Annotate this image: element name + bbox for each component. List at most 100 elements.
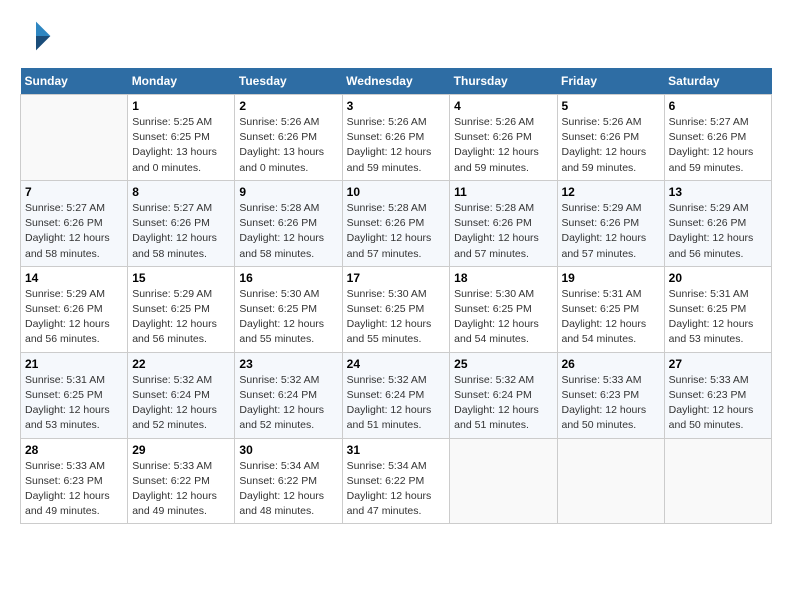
day-number: 9 (239, 185, 337, 199)
day-info: Sunrise: 5:27 AMSunset: 6:26 PMDaylight:… (669, 115, 767, 176)
calendar-week-row: 1Sunrise: 5:25 AMSunset: 6:25 PMDaylight… (21, 95, 772, 181)
logo-icon (20, 20, 52, 52)
day-info: Sunrise: 5:31 AMSunset: 6:25 PMDaylight:… (25, 373, 123, 434)
day-number: 21 (25, 357, 123, 371)
day-number: 3 (347, 99, 446, 113)
calendar-header-cell: Tuesday (235, 68, 342, 95)
day-number: 10 (347, 185, 446, 199)
day-info: Sunrise: 5:29 AMSunset: 6:26 PMDaylight:… (25, 287, 123, 348)
calendar-day-cell (21, 95, 128, 181)
day-number: 28 (25, 443, 123, 457)
calendar-day-cell: 17 Sunrise: 5:30 AMSunset: 6:25 PMDayligh… (342, 266, 450, 352)
day-info: Sunrise: 5:25 AMSunset: 6:25 PMDaylight:… (132, 115, 230, 176)
day-info: Sunrise: 5:33 AMSunset: 6:22 PMDaylight:… (132, 459, 230, 520)
calendar-day-cell: 13Sunrise: 5:29 AMSunset: 6:26 PMDayligh… (664, 180, 771, 266)
day-number: 30 (239, 443, 337, 457)
calendar-day-cell: 21 Sunrise: 5:31 AMSunset: 6:25 PMDayligh… (21, 352, 128, 438)
calendar-week-row: 28Sunrise: 5:33 AMSunset: 6:23 PMDayligh… (21, 438, 772, 524)
day-number: 22 (132, 357, 230, 371)
day-info: Sunrise: 5:34 AMSunset: 6:22 PMDaylight:… (239, 459, 337, 520)
day-number: 2 (239, 99, 337, 113)
calendar-header-cell: Thursday (450, 68, 557, 95)
day-number: 12 (562, 185, 660, 199)
day-info: Sunrise: 5:32 AMSunset: 6:24 PMDaylight:… (454, 373, 552, 434)
day-number: 11 (454, 185, 552, 199)
day-info: Sunrise: 5:29 AMSunset: 6:26 PMDaylight:… (669, 201, 767, 262)
calendar-day-cell: 2 Sunrise: 5:26 AMSunset: 6:26 PMDaylight… (235, 95, 342, 181)
calendar-day-cell: 15 Sunrise: 5:29 AMSunset: 6:25 PMDayligh… (128, 266, 235, 352)
day-number: 17 (347, 271, 446, 285)
day-info: Sunrise: 5:28 AMSunset: 6:26 PMDaylight:… (239, 201, 337, 262)
calendar-day-cell: 9 Sunrise: 5:28 AMSunset: 6:26 PMDaylight… (235, 180, 342, 266)
calendar-day-cell: 29 Sunrise: 5:33 AMSunset: 6:22 PMDayligh… (128, 438, 235, 524)
page-header (20, 20, 772, 52)
day-number: 16 (239, 271, 337, 285)
day-number: 4 (454, 99, 552, 113)
day-info: Sunrise: 5:34 AMSunset: 6:22 PMDaylight:… (347, 459, 446, 520)
calendar-day-cell: 20 Sunrise: 5:31 AMSunset: 6:25 PMDayligh… (664, 266, 771, 352)
calendar-day-cell: 10 Sunrise: 5:28 AMSunset: 6:26 PMDayligh… (342, 180, 450, 266)
day-info: Sunrise: 5:29 AMSunset: 6:25 PMDaylight:… (132, 287, 230, 348)
calendar-day-cell: 18 Sunrise: 5:30 AMSunset: 6:25 PMDayligh… (450, 266, 557, 352)
calendar-day-cell: 14 Sunrise: 5:29 AMSunset: 6:26 PMDayligh… (21, 266, 128, 352)
day-number: 5 (562, 99, 660, 113)
day-number: 14 (25, 271, 123, 285)
day-number: 27 (669, 357, 767, 371)
calendar-day-cell: 22 Sunrise: 5:32 AMSunset: 6:24 PMDayligh… (128, 352, 235, 438)
day-info: Sunrise: 5:31 AMSunset: 6:25 PMDaylight:… (562, 287, 660, 348)
calendar-week-row: 14 Sunrise: 5:29 AMSunset: 6:26 PMDayligh… (21, 266, 772, 352)
day-number: 25 (454, 357, 552, 371)
day-info: Sunrise: 5:32 AMSunset: 6:24 PMDaylight:… (347, 373, 446, 434)
calendar-header-cell: Friday (557, 68, 664, 95)
day-info: Sunrise: 5:30 AMSunset: 6:25 PMDaylight:… (454, 287, 552, 348)
day-number: 15 (132, 271, 230, 285)
day-info: Sunrise: 5:30 AMSunset: 6:25 PMDaylight:… (239, 287, 337, 348)
day-info: Sunrise: 5:26 AMSunset: 6:26 PMDaylight:… (562, 115, 660, 176)
day-info: Sunrise: 5:26 AMSunset: 6:26 PMDaylight:… (347, 115, 446, 176)
calendar-day-cell: 28Sunrise: 5:33 AMSunset: 6:23 PMDayligh… (21, 438, 128, 524)
day-info: Sunrise: 5:29 AMSunset: 6:26 PMDaylight:… (562, 201, 660, 262)
day-number: 23 (239, 357, 337, 371)
calendar-week-row: 7 Sunrise: 5:27 AMSunset: 6:26 PMDaylight… (21, 180, 772, 266)
day-info: Sunrise: 5:27 AMSunset: 6:26 PMDaylight:… (25, 201, 123, 262)
day-info: Sunrise: 5:32 AMSunset: 6:24 PMDaylight:… (132, 373, 230, 434)
day-number: 19 (562, 271, 660, 285)
calendar-header-cell: Wednesday (342, 68, 450, 95)
day-number: 7 (25, 185, 123, 199)
calendar-day-cell: 27 Sunrise: 5:33 AMSunset: 6:23 PMDayligh… (664, 352, 771, 438)
calendar-day-cell: 12 Sunrise: 5:29 AMSunset: 6:26 PMDayligh… (557, 180, 664, 266)
day-number: 26 (562, 357, 660, 371)
logo (20, 20, 56, 52)
day-info: Sunrise: 5:32 AMSunset: 6:24 PMDaylight:… (239, 373, 337, 434)
calendar-day-cell (557, 438, 664, 524)
day-number: 29 (132, 443, 230, 457)
calendar-day-cell: 30 Sunrise: 5:34 AMSunset: 6:22 PMDayligh… (235, 438, 342, 524)
calendar-header-cell: Monday (128, 68, 235, 95)
day-info: Sunrise: 5:31 AMSunset: 6:25 PMDaylight:… (669, 287, 767, 348)
calendar-header-cell: Sunday (21, 68, 128, 95)
calendar-day-cell: 25 Sunrise: 5:32 AMSunset: 6:24 PMDayligh… (450, 352, 557, 438)
day-number: 20 (669, 271, 767, 285)
day-info: Sunrise: 5:28 AMSunset: 6:26 PMDaylight:… (454, 201, 552, 262)
calendar-day-cell: 7 Sunrise: 5:27 AMSunset: 6:26 PMDaylight… (21, 180, 128, 266)
calendar-day-cell: 23 Sunrise: 5:32 AMSunset: 6:24 PMDayligh… (235, 352, 342, 438)
calendar-day-cell (450, 438, 557, 524)
day-info: Sunrise: 5:28 AMSunset: 6:26 PMDaylight:… (347, 201, 446, 262)
calendar-day-cell: 8Sunrise: 5:27 AMSunset: 6:26 PMDaylight… (128, 180, 235, 266)
calendar-day-cell: 11 Sunrise: 5:28 AMSunset: 6:26 PMDayligh… (450, 180, 557, 266)
calendar-day-cell: 19 Sunrise: 5:31 AMSunset: 6:25 PMDayligh… (557, 266, 664, 352)
calendar-day-cell: 4 Sunrise: 5:26 AMSunset: 6:26 PMDaylight… (450, 95, 557, 181)
calendar-day-cell: 31Sunrise: 5:34 AMSunset: 6:22 PMDayligh… (342, 438, 450, 524)
day-info: Sunrise: 5:30 AMSunset: 6:25 PMDaylight:… (347, 287, 446, 348)
calendar-week-row: 21 Sunrise: 5:31 AMSunset: 6:25 PMDayligh… (21, 352, 772, 438)
day-info: Sunrise: 5:27 AMSunset: 6:26 PMDaylight:… (132, 201, 230, 262)
day-info: Sunrise: 5:33 AMSunset: 6:23 PMDaylight:… (562, 373, 660, 434)
calendar-day-cell: 5 Sunrise: 5:26 AMSunset: 6:26 PMDaylight… (557, 95, 664, 181)
calendar-table: SundayMondayTuesdayWednesdayThursdayFrid… (20, 68, 772, 524)
day-info: Sunrise: 5:33 AMSunset: 6:23 PMDaylight:… (669, 373, 767, 434)
day-info: Sunrise: 5:26 AMSunset: 6:26 PMDaylight:… (454, 115, 552, 176)
day-number: 18 (454, 271, 552, 285)
calendar-day-cell: 24Sunrise: 5:32 AMSunset: 6:24 PMDayligh… (342, 352, 450, 438)
day-info: Sunrise: 5:26 AMSunset: 6:26 PMDaylight:… (239, 115, 337, 176)
calendar-day-cell: 3 Sunrise: 5:26 AMSunset: 6:26 PMDaylight… (342, 95, 450, 181)
